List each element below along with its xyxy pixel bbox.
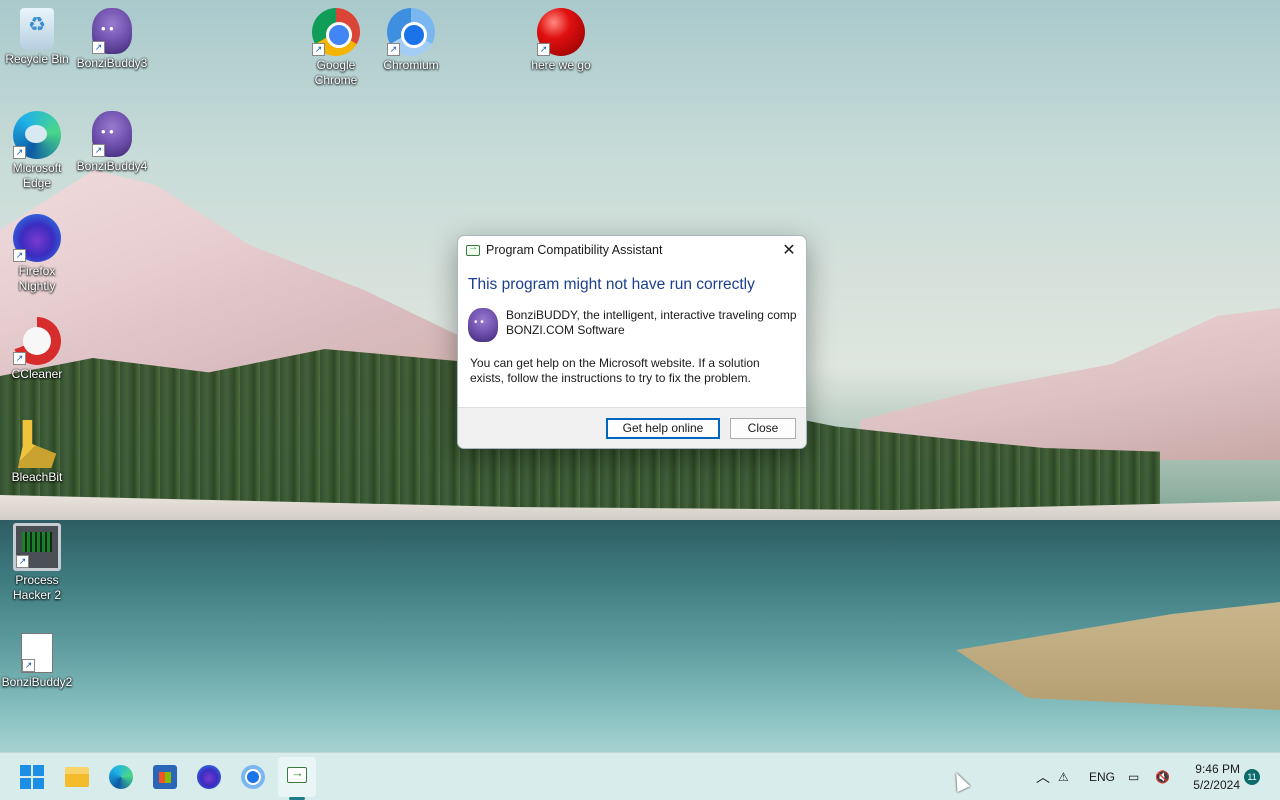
shortcut-arrow-icon: ↗ [92, 41, 105, 54]
process-hacker-icon: ↗ [13, 523, 61, 571]
bleachbit-icon [17, 420, 57, 468]
document-icon: ↗ [21, 633, 53, 673]
bonzibuddy-icon [468, 308, 498, 342]
desktop-icon-process-hacker-2[interactable]: ↗ Process Hacker 2 [0, 523, 74, 603]
desktop-icon-label: BonziBuddy2 [1, 675, 73, 689]
taskbar: ︿ ⚠ ENG ▭ 🔇 9:46 PM 5/2/2024 11 [0, 752, 1280, 800]
network-warning-icon[interactable]: ⚠ [1058, 753, 1069, 800]
help-text-line: You can get help on the Microsoft websit… [470, 356, 760, 370]
file-explorer-icon[interactable] [65, 767, 89, 787]
shortcut-arrow-icon: ↗ [537, 43, 550, 56]
taskbar-compatibility-assistant[interactable] [278, 757, 316, 797]
ccleaner-icon: ↗ [13, 317, 61, 365]
dialog-headline: This program might not have run correctl… [468, 276, 755, 293]
start-icon[interactable] [20, 765, 44, 789]
shortcut-arrow-icon: ↗ [16, 555, 29, 568]
shortcut-arrow-icon: ↗ [387, 43, 400, 56]
desktop-icon-label: BleachBit [11, 470, 63, 484]
desktop-icon-label: Firefox Nightly [18, 264, 56, 293]
shortcut-arrow-icon: ↗ [13, 146, 26, 159]
show-hidden-icons-chevron-icon[interactable]: ︿ [1036, 753, 1050, 800]
clock-date: 5/2/2024 [1193, 778, 1240, 792]
desktop-icon-label: Recycle Bin [5, 52, 69, 66]
program-compatibility-dialog: Program Compatibility Assistant ✕ This p… [457, 235, 807, 449]
get-help-online-button[interactable]: Get help online [606, 417, 720, 439]
desktop-icon-label: BonziBuddy4 [76, 159, 148, 173]
dialog-footer: Get help online Close [458, 407, 806, 448]
chromium-icon[interactable] [241, 765, 265, 789]
desktop-icon-label: here we go [531, 58, 591, 72]
desktop-icon-chromium[interactable]: ↗ Chromium [374, 8, 448, 73]
desktop-icon-label: Google Chrome [314, 58, 358, 87]
shortcut-arrow-icon: ↗ [13, 249, 26, 262]
desktop-icon-bleachbit[interactable]: BleachBit [0, 420, 74, 485]
volume-muted-icon[interactable]: 🔇 [1155, 753, 1170, 800]
shortcut-arrow-icon: ↗ [13, 352, 26, 365]
firefox-icon[interactable] [197, 765, 221, 789]
dialog-titlebar[interactable]: Program Compatibility Assistant ✕ [458, 236, 806, 264]
edge-icon[interactable] [109, 765, 133, 789]
recycle-bin-icon [20, 8, 54, 50]
desktop-icon-bonzibuddy4[interactable]: ↗ BonziBuddy4 [75, 111, 149, 174]
clock-time: 9:46 PM [1195, 762, 1240, 776]
desktop-icon-firefox-nightly[interactable]: ↗ Firefox Nightly [0, 214, 74, 294]
desktop-icon-here-we-go[interactable]: ↗ here we go [524, 8, 598, 73]
bonzibuddy-icon: ↗ [92, 111, 132, 157]
close-icon[interactable]: ✕ [772, 236, 806, 264]
dialog-title: Program Compatibility Assistant [486, 243, 663, 257]
desktop-icon-ccleaner[interactable]: ↗ CCleaner [0, 317, 74, 382]
desktop-icon-label: Microsoft Edge [12, 161, 62, 190]
shortcut-arrow-icon: ↗ [312, 43, 325, 56]
desktop-icon-google-chrome[interactable]: ↗ Google Chrome [299, 8, 373, 88]
edge-icon: ↗ [13, 111, 61, 159]
desktop-icon-bonzibuddy3[interactable]: ↗ BonziBuddy3 [75, 8, 149, 71]
notification-badge[interactable]: 11 [1244, 769, 1260, 785]
desktop-icon-label: CCleaner [11, 367, 63, 381]
red-ball-icon: ↗ [537, 8, 585, 56]
chromium-icon: ↗ [387, 8, 435, 56]
help-text: You can get help on the Microsoft websit… [458, 342, 806, 386]
firefox-icon: ↗ [13, 214, 61, 262]
desktop-icon-label: BonziBuddy3 [76, 56, 148, 70]
chrome-icon: ↗ [312, 8, 360, 56]
compatibility-assistant-icon [466, 242, 480, 256]
desktop-icon-label: Process Hacker 2 [12, 573, 62, 602]
desktop-icon-label: Chromium [383, 58, 439, 72]
program-name: BonziBUDDY, the intelligent, interactive… [506, 308, 796, 322]
bonzibuddy-icon: ↗ [92, 8, 132, 54]
help-text-line: exists, follow the instructions to try t… [470, 371, 751, 385]
shortcut-arrow-icon: ↗ [22, 659, 35, 672]
clock[interactable]: 9:46 PM 5/2/2024 [1180, 761, 1240, 793]
compatibility-assistant-icon [287, 765, 307, 783]
program-publisher: BONZI.COM Software [506, 323, 625, 337]
desktop-icon-recycle-bin[interactable]: Recycle Bin [0, 8, 74, 67]
shortcut-arrow-icon: ↗ [92, 144, 105, 157]
desktop-icon-microsoft-edge[interactable]: ↗ Microsoft Edge [0, 111, 74, 191]
display-icon[interactable]: ▭ [1128, 753, 1139, 800]
program-info: BonziBUDDY, the intelligent, interactive… [458, 294, 806, 342]
close-button[interactable]: Close [730, 417, 796, 439]
desktop-icon-bonzibuddy2[interactable]: ↗ BonziBuddy2 [0, 633, 74, 690]
store-icon[interactable] [153, 765, 177, 789]
language-indicator[interactable]: ENG [1089, 753, 1115, 800]
